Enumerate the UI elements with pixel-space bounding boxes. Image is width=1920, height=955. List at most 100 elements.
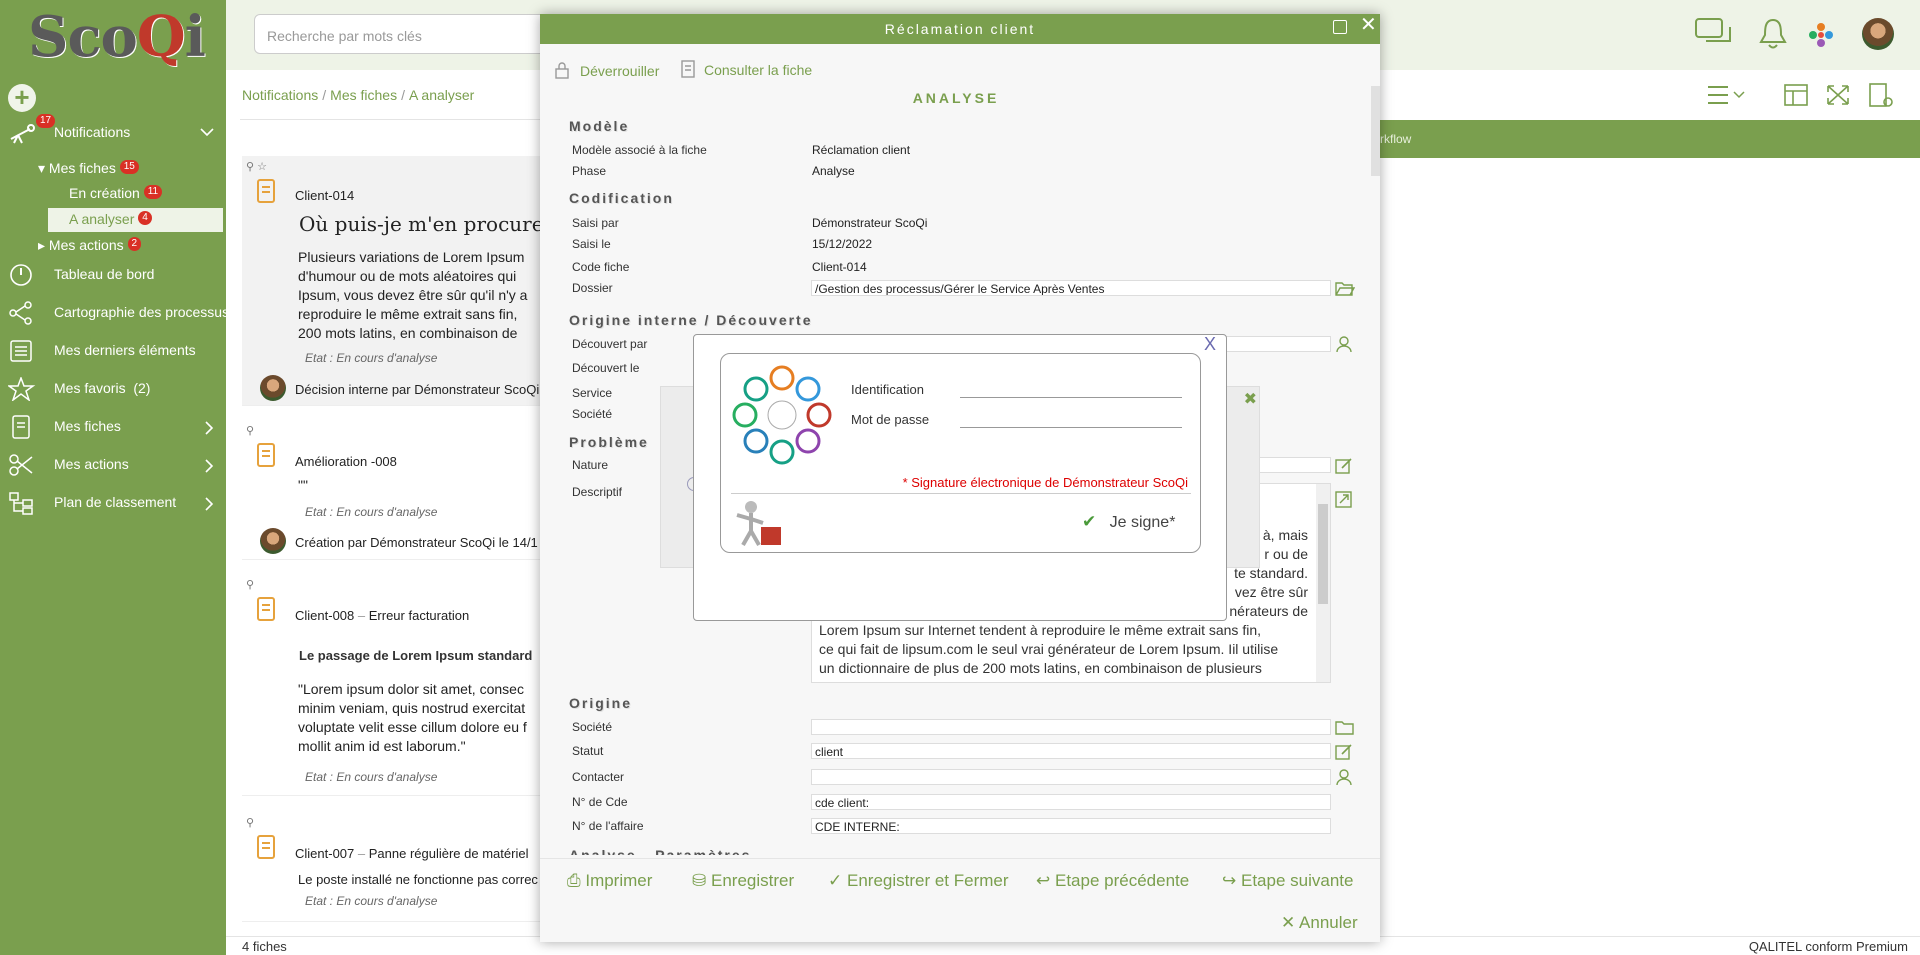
notification-small-icon: ⚲ xyxy=(246,817,255,829)
statut-field[interactable]: client xyxy=(811,743,1331,759)
field-label: N° de Cde xyxy=(572,795,628,809)
brand-label: QALITEL conform Premium xyxy=(1748,939,1908,954)
section-probleme: Problème xyxy=(569,434,649,450)
list-item[interactable]: ⚲ Client-008 – Erreur facturation Le pas… xyxy=(242,574,542,796)
tree-mes-actions[interactable]: ▸ Mes actions 2 xyxy=(38,237,142,254)
item-count: 4 fiches xyxy=(242,939,287,954)
save-icon: ⛁ xyxy=(692,871,707,890)
user-icon[interactable] xyxy=(1335,768,1353,786)
item-footer: Création par Démonstrateur ScoQi le 14/1 xyxy=(295,535,538,550)
list-item[interactable]: ⚲ Client-007 – Panne régulière de matéri… xyxy=(242,812,542,922)
chevron-right-icon xyxy=(204,497,214,511)
item-status: Etat : En cours d'analyse xyxy=(305,770,438,784)
consult-button[interactable]: Consulter la fiche xyxy=(704,62,812,78)
layout-icon[interactable] xyxy=(1784,84,1808,106)
societe-field[interactable] xyxy=(811,719,1331,735)
sidebar: ScoQi + 17 Notifications ▾ Mes fiches 15… xyxy=(0,0,229,955)
sidebar-item-derniers[interactable]: Mes derniers éléments xyxy=(0,336,226,366)
sidebar-item-mes-fiches[interactable]: Mes fiches xyxy=(0,412,226,442)
tree-a-analyser[interactable]: A analyser 4 xyxy=(69,211,152,227)
tree-en-creation[interactable]: En création 11 xyxy=(69,185,163,201)
field-value: Réclamation client xyxy=(812,143,911,157)
field-label: Descriptif xyxy=(572,485,623,499)
scoqi-logo[interactable]: ScoQi xyxy=(28,4,206,70)
section-codification: Codification xyxy=(569,190,674,206)
descriptif-text: Lorem Ipsum sur Internet tendent à repro… xyxy=(819,622,1279,676)
folder-open-icon[interactable] xyxy=(1335,279,1355,297)
folder-icon[interactable] xyxy=(1335,718,1354,736)
sidebar-item-notifications[interactable]: 17 Notifications xyxy=(0,114,226,148)
avatar[interactable] xyxy=(1862,18,1894,50)
caret-down-icon: ▾ xyxy=(38,160,46,176)
print-button[interactable]: ⎙ Imprimer xyxy=(567,871,652,891)
field-value: Client-014 xyxy=(812,260,867,274)
sign-button[interactable]: ✔ Je signe* xyxy=(1082,512,1175,532)
user-icon[interactable] xyxy=(1335,335,1353,353)
ident-input[interactable] xyxy=(960,378,1182,398)
scrollbar[interactable] xyxy=(1371,86,1380,176)
sidebar-item-tableau[interactable]: Tableau de bord xyxy=(0,260,226,290)
sidebar-item-plan[interactable]: Plan de classement xyxy=(0,488,226,518)
signer-figure-icon xyxy=(733,499,785,549)
unlock-button[interactable]: Déverrouiller xyxy=(580,63,659,79)
modal-action-bar: ⎙ Imprimer ⛁ Enregistrer ✓ Enregistrer e… xyxy=(540,858,1380,942)
save-close-button[interactable]: ✓ Enregistrer et Fermer xyxy=(828,871,1009,891)
sidebar-item-favoris[interactable]: Mes favoris (2) xyxy=(0,374,226,404)
app-flower-icon[interactable] xyxy=(1808,22,1834,48)
item-id: Client-007 – Panne régulière de matériel xyxy=(295,846,529,861)
field-label: Saisi par xyxy=(572,216,619,230)
contacter-field[interactable] xyxy=(811,769,1331,785)
list-icon xyxy=(8,339,36,363)
modal-toolbar: Déverrouiller Consulter la fiche xyxy=(540,56,1380,86)
item-id: Client-014 xyxy=(295,188,355,203)
field-label: Dossier xyxy=(572,281,613,295)
edit-icon[interactable] xyxy=(1335,457,1353,475)
document-settings-icon[interactable] xyxy=(1868,82,1894,108)
close-button[interactable]: X xyxy=(1204,334,1216,355)
chevron-right-icon xyxy=(204,459,214,473)
menu-icon[interactable] xyxy=(1706,84,1746,106)
star-icon xyxy=(8,377,36,401)
chat-icon[interactable] xyxy=(1694,17,1734,51)
document-icon xyxy=(256,178,278,204)
signature-notice: * Signature électronique de Démonstrateu… xyxy=(902,475,1188,490)
breadcrumb-notifications[interactable]: Notifications xyxy=(242,87,318,103)
expand-icon[interactable] xyxy=(1826,84,1850,106)
chevron-right-icon xyxy=(204,421,214,435)
search-input[interactable]: Recherche par mots clés xyxy=(254,14,554,54)
next-step-button[interactable]: ↪ Etape suivante xyxy=(1222,871,1353,891)
avatar xyxy=(260,528,286,554)
bell-icon[interactable] xyxy=(1758,17,1788,51)
sidebar-item-mes-actions[interactable]: Mes actions xyxy=(0,450,226,480)
chevron-down-icon xyxy=(200,127,214,137)
close-icon[interactable]: ✖ xyxy=(1244,389,1257,409)
tree-mes-fiches[interactable]: ▾ Mes fiches 15 xyxy=(38,160,139,177)
modal-title: Réclamation client xyxy=(884,21,1036,37)
breadcrumb-a-analyser[interactable]: A analyser xyxy=(409,87,474,103)
field-label: Découvert par xyxy=(572,337,648,351)
scroll-thumb[interactable] xyxy=(1318,504,1328,604)
list-item[interactable]: ⚲ Amélioration -008 "" Etat : En cours d… xyxy=(242,420,542,560)
save-button[interactable]: ⛁ Enregistrer xyxy=(692,871,794,891)
close-icon[interactable]: ✕ xyxy=(1360,15,1377,35)
cancel-button[interactable]: ✕ Annuler xyxy=(1281,913,1358,933)
affaire-field[interactable]: CDE INTERNE: xyxy=(811,818,1331,834)
external-link-icon[interactable] xyxy=(1335,491,1353,509)
password-input[interactable] xyxy=(960,408,1182,428)
list-item[interactable]: ⚲ ☆ Client-014 Où puis-je m'en procurer … xyxy=(242,156,542,406)
dossier-field[interactable]: /Gestion des processus/Gérer le Service … xyxy=(811,280,1331,296)
close-icon: ✕ xyxy=(1281,913,1296,932)
maximize-icon[interactable] xyxy=(1333,20,1347,34)
tree-structure-icon xyxy=(8,491,36,515)
edit-icon[interactable] xyxy=(1335,743,1353,761)
item-id: Client-008 – Erreur facturation xyxy=(295,608,470,623)
workflow-tab[interactable]: rkflow xyxy=(1380,132,1411,146)
section-modele: Modèle xyxy=(569,118,630,134)
textarea-scrollbar[interactable] xyxy=(1316,484,1330,682)
sidebar-item-cartographie[interactable]: Cartographie des processus xyxy=(0,298,229,328)
cde-field[interactable]: cde client: xyxy=(811,794,1331,810)
previous-step-button[interactable]: ↩ Etape précédente xyxy=(1036,871,1189,891)
item-status: Etat : En cours d'analyse xyxy=(305,894,438,908)
breadcrumb-mes-fiches[interactable]: Mes fiches xyxy=(330,87,397,103)
add-button[interactable]: + xyxy=(8,84,36,112)
